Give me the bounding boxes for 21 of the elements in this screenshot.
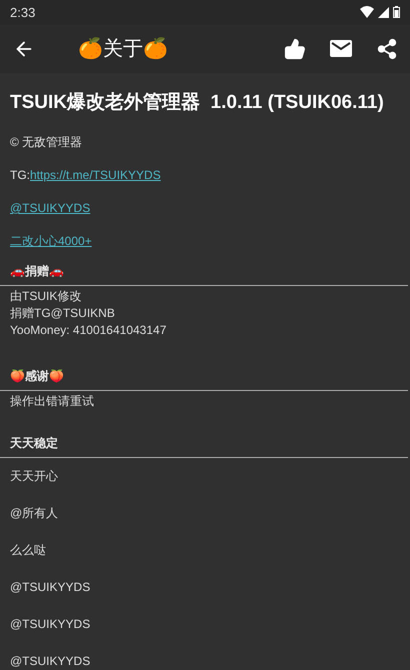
link-label: TG:: [10, 167, 30, 184]
section-header: 天天稳定: [9, 435, 59, 452]
app-title: TSUIK爆改老外管理器 1.0.11 (TSUIK06.11): [10, 90, 385, 114]
toolbar-title: 🍊关于🍊: [78, 36, 168, 62]
link[interactable]: 二改小心4000+: [10, 232, 92, 250]
section-line: @TSUIKYYDS: [10, 653, 92, 670]
section-line: 么么哒: [10, 542, 47, 559]
status-time: 2:33: [10, 4, 36, 22]
link[interactable]: https://t.me/TSUIKYYDS: [30, 166, 161, 184]
section-line: YooMoney: 41001641043147: [10, 322, 168, 339]
section-line: @所有人: [10, 505, 60, 522]
section-header: 🍑感谢🍑: [9, 368, 65, 385]
section-line: 捐赠TG@TSUIKNB: [10, 305, 116, 322]
section-line: @TSUIKYYDS: [10, 616, 92, 633]
section-line: 操作出错请重试: [10, 393, 95, 410]
section-header: 🚗捐赠🚗: [9, 263, 65, 280]
section-line: 由TSUIK修改: [10, 288, 82, 305]
copyright-text: © 无敌管理器: [10, 134, 84, 151]
link[interactable]: @TSUIKYYDS: [10, 199, 90, 217]
section-line: @TSUIKYYDS: [10, 579, 92, 596]
section-line: 天天开心: [10, 468, 59, 485]
